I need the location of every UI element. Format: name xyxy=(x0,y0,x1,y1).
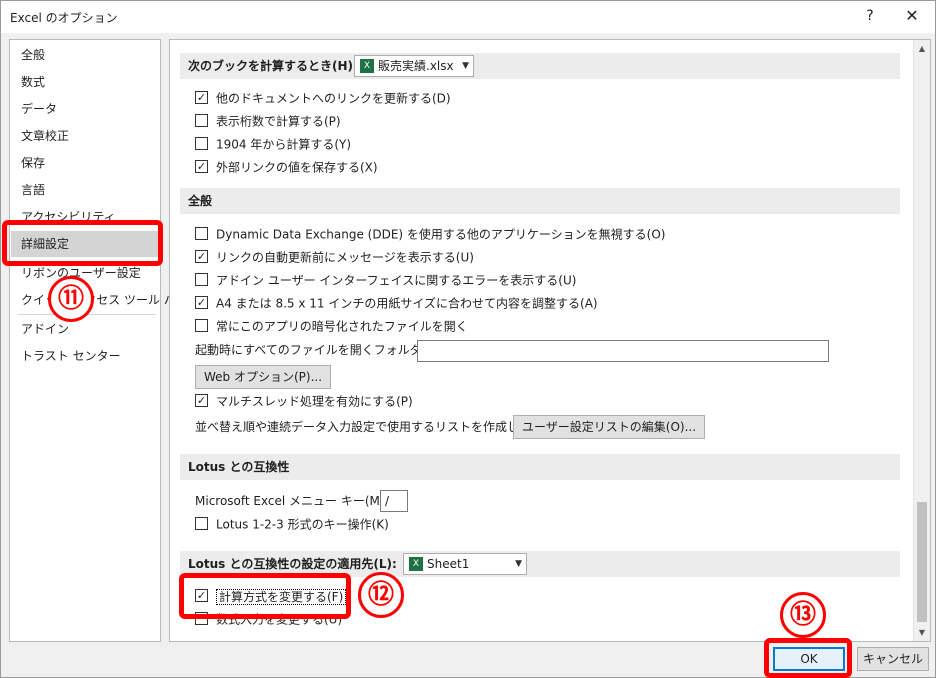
section-title: 次のブックを計算するとき(H): xyxy=(188,59,358,73)
web-options-button[interactable]: Web オプション(P)... xyxy=(195,365,332,389)
nav-item-general[interactable]: 全般 xyxy=(11,42,159,68)
option-label: A4 または 8.5 x 11 インチの用紙サイズに合わせて内容を調整する(A) xyxy=(216,296,598,311)
edit-custom-lists-button[interactable]: ユーザー設定リストの編集(O)... xyxy=(513,415,706,439)
nav-item-trust-center[interactable]: トラスト センター xyxy=(11,343,159,369)
step-12-badge: ⑫ xyxy=(358,572,404,618)
option-label: Lotus 1-2-3 形式のキー操作(K) xyxy=(216,517,389,532)
startup-folder-input[interactable] xyxy=(417,340,829,362)
excel-file-icon: X xyxy=(360,58,374,73)
checkbox-save-external-link-values[interactable]: ✓ 外部リンクの値を保存する(X) xyxy=(195,157,378,177)
chevron-down-icon: ▼ xyxy=(462,61,469,71)
cancel-button[interactable]: キャンセル xyxy=(857,647,929,671)
option-label: アドイン ユーザー インターフェイスに関するエラーを表示する(U) xyxy=(216,273,577,288)
section-header-workbook-calc: 次のブックを計算するとき(H): xyxy=(180,53,900,79)
options-content: 次のブックを計算するとき(H): X 販売実績.xlsx ▼ ✓ 他のドキュメントへの… xyxy=(169,39,931,642)
checkbox-show-addin-errors[interactable]: アドイン ユーザー インターフェイスに関するエラーを表示する(U) xyxy=(195,270,576,290)
highlight-advanced xyxy=(2,220,163,266)
option-label: 1904 年から計算する(Y) xyxy=(216,137,352,152)
checkbox-ask-update-links[interactable]: ✓ リンクの自動更新前にメッセージを表示する(U) xyxy=(195,247,474,267)
checkbox[interactable]: ✓ xyxy=(195,250,208,263)
close-icon[interactable]: ✕ xyxy=(899,5,925,27)
section-title: Lotus との互換性 xyxy=(188,460,290,474)
checkbox-precision-as-displayed[interactable]: 表示桁数で計算する(P) xyxy=(195,111,341,131)
option-label: リンクの自動更新前にメッセージを表示する(U) xyxy=(216,250,474,265)
checkbox[interactable] xyxy=(195,137,208,150)
excel-options-dialog: Excel のオプション ? ✕ 全般 数式 データ 文章校正 保存 言語 アク… xyxy=(0,0,936,678)
sheet-select[interactable]: X Sheet1 ▼ xyxy=(403,553,527,575)
nav-item-formulas[interactable]: 数式 xyxy=(11,69,159,95)
highlight-transition-formula xyxy=(179,573,351,619)
option-label: マルチスレッド処理を有効にする(P) xyxy=(216,394,413,409)
option-label: Dynamic Data Exchange (DDE) を使用する他のアプリケー… xyxy=(216,227,666,242)
nav-item-save[interactable]: 保存 xyxy=(11,150,159,176)
workbook-select-value: 販売実績.xlsx xyxy=(378,59,454,73)
checkbox[interactable] xyxy=(195,517,208,530)
help-icon[interactable]: ? xyxy=(859,5,881,27)
checkbox[interactable] xyxy=(195,273,208,286)
category-nav: 全般 数式 データ 文章校正 保存 言語 アクセシビリティ 詳細設定 リボンのユ… xyxy=(9,39,188,642)
option-label: 外部リンクの値を保存する(X) xyxy=(216,160,378,175)
checkbox-ignore-dde[interactable]: Dynamic Data Exchange (DDE) を使用する他のアプリケー… xyxy=(195,224,665,244)
checkbox[interactable]: ✓ xyxy=(195,394,208,407)
checkbox[interactable] xyxy=(195,227,208,240)
startup-folder-label: 起動時にすべてのファイルを開くフォルダー(L): xyxy=(195,343,454,357)
checkbox[interactable] xyxy=(195,114,208,127)
sheet-icon: X xyxy=(409,556,423,571)
window-title: Excel のオプション xyxy=(10,11,118,25)
custom-list-label: 並べ替え順や連続データ入力設定で使用するリストを作成します: xyxy=(195,420,548,434)
step-13-badge: ⑬ xyxy=(780,592,826,638)
nav-item-proofing[interactable]: 文章校正 xyxy=(11,123,159,149)
sheet-select-value: Sheet1 xyxy=(427,557,470,571)
checkbox[interactable]: ✓ xyxy=(195,296,208,309)
menu-key-label: Microsoft Excel メニュー キー(M): xyxy=(195,494,389,508)
nav-item-language[interactable]: 言語 xyxy=(11,177,159,203)
title-bar: Excel のオプション ? ✕ xyxy=(1,1,935,33)
checkbox[interactable]: ✓ xyxy=(195,160,208,173)
option-label: 常にこのアプリの暗号化されたファイルを開く xyxy=(216,319,468,334)
chevron-down-icon: ▼ xyxy=(515,559,522,569)
highlight-ok xyxy=(764,638,852,678)
checkbox-multithreaded[interactable]: ✓ マルチスレッド処理を有効にする(P) xyxy=(195,391,413,411)
scroll-thumb[interactable] xyxy=(917,502,927,622)
step-11-badge: ⑪ xyxy=(48,276,94,322)
section-header-lotus: Lotus との互換性 xyxy=(180,454,900,480)
checkbox[interactable]: ✓ xyxy=(195,91,208,104)
checkbox[interactable] xyxy=(195,319,208,332)
section-title: Lotus との互換性の設定の適用先(L): xyxy=(188,557,397,571)
checkbox-update-links[interactable]: ✓ 他のドキュメントへのリンクを更新する(D) xyxy=(195,88,451,108)
nav-item-data[interactable]: データ xyxy=(11,96,159,122)
checkbox-scale-paper-size[interactable]: ✓ A4 または 8.5 x 11 インチの用紙サイズに合わせて内容を調整する(A… xyxy=(195,293,598,313)
menu-key-input[interactable]: / xyxy=(380,490,408,512)
workbook-select[interactable]: X 販売実績.xlsx ▼ xyxy=(354,55,474,77)
section-header-general: 全般 xyxy=(180,188,900,214)
option-label: 他のドキュメントへのリンクを更新する(D) xyxy=(216,91,451,106)
nav-item-add-ins[interactable]: アドイン xyxy=(11,316,159,342)
scroll-up-icon[interactable]: ▲ xyxy=(914,40,930,57)
option-label: 表示桁数で計算する(P) xyxy=(216,114,341,129)
section-title: 全般 xyxy=(188,194,213,208)
checkbox-lotus-nav-keys[interactable]: Lotus 1-2-3 形式のキー操作(K) xyxy=(195,514,389,534)
checkbox-1904-date-system[interactable]: 1904 年から計算する(Y) xyxy=(195,134,351,154)
scroll-down-icon[interactable]: ▼ xyxy=(914,624,930,641)
checkbox-open-encrypted[interactable]: 常にこのアプリの暗号化されたファイルを開く xyxy=(195,316,468,336)
vertical-scrollbar[interactable]: ▲ ▼ xyxy=(913,40,930,641)
